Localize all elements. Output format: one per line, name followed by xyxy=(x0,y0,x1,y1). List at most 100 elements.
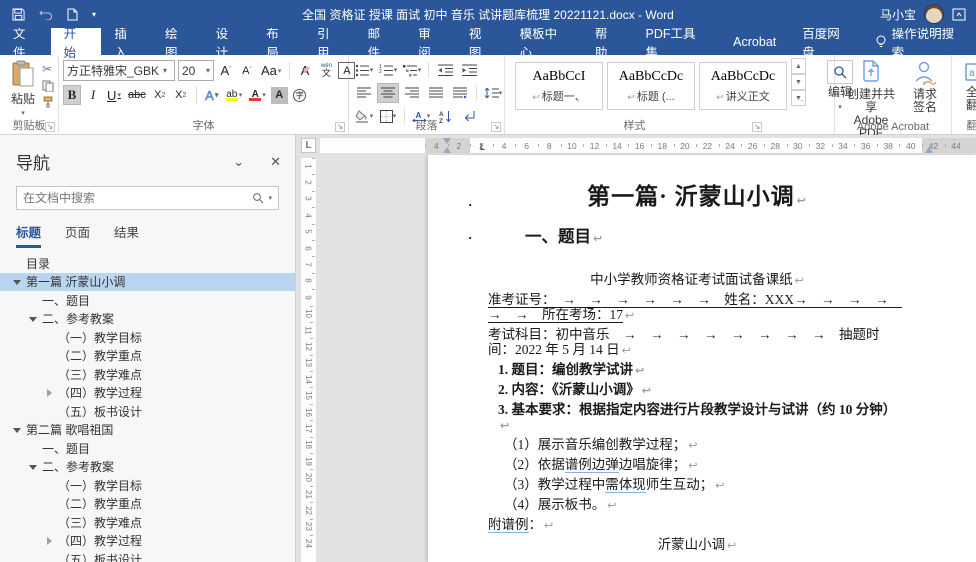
nav-heading-item[interactable]: 一、题目 xyxy=(0,439,295,458)
format-painter-icon[interactable] xyxy=(42,96,54,108)
tab-selector[interactable]: L xyxy=(301,138,316,153)
nav-heading-item[interactable]: 二、参考教案 xyxy=(0,310,295,329)
underline-button[interactable]: U▾ xyxy=(105,85,123,105)
font-dialog-launcher[interactable]: ↘ xyxy=(335,122,345,132)
qat-customize-icon[interactable]: ▾ xyxy=(92,10,96,19)
grow-font-icon[interactable]: Aˆ xyxy=(217,61,235,81)
highlight-color-icon[interactable]: ab▾ xyxy=(224,85,245,105)
nav-heading-item[interactable]: （一）教学目标 xyxy=(0,476,295,495)
justify-icon[interactable] xyxy=(425,83,447,103)
styles-more-icon[interactable]: ▼̱ xyxy=(791,90,806,106)
song-title[interactable]: 沂蒙山小调↩ xyxy=(488,537,906,553)
item-2[interactable]: 2. 内容：《沂蒙山小调》↩ xyxy=(488,382,906,398)
account-name[interactable]: 马小宝 xyxy=(880,6,916,23)
ribbon-tab-7[interactable]: 邮件 xyxy=(355,28,406,55)
paragraph-dialog-launcher[interactable]: ↘ xyxy=(491,122,501,132)
styles-scroll-down-icon[interactable]: ▼ xyxy=(791,74,806,90)
distribute-icon[interactable] xyxy=(449,83,471,103)
search-icon[interactable] xyxy=(252,192,264,204)
superscript-button[interactable]: X2 xyxy=(172,85,190,105)
ribbon-tab-6[interactable]: 引用 xyxy=(304,28,355,55)
nav-tab-0[interactable]: 标题 xyxy=(16,222,41,248)
ribbon-tab-12[interactable]: PDF工具集 xyxy=(633,28,721,55)
score-note[interactable]: 附谱例：↩ xyxy=(488,517,906,533)
style-card-0[interactable]: AaBbCcI↩标题一、 xyxy=(515,62,603,110)
text-effects-icon[interactable]: A▾ xyxy=(203,85,221,105)
subtitle-line[interactable]: 中小学教师资格证考试面试备课纸↩ xyxy=(488,272,906,288)
section-heading[interactable]: ·一、题目↩ xyxy=(488,229,906,246)
nav-heading-item[interactable]: 二、参考教案 xyxy=(0,458,295,477)
bold-button[interactable]: B xyxy=(63,85,81,105)
ribbon-tab-14[interactable]: 百度网盘 xyxy=(789,28,864,55)
search-options-icon[interactable]: ▾ xyxy=(268,194,272,202)
align-left-icon[interactable] xyxy=(353,83,375,103)
req-3[interactable]: （3）教学过程中需体现师生互动；↩ xyxy=(488,477,906,493)
account-avatar[interactable] xyxy=(924,4,944,24)
tree-expand-icon[interactable] xyxy=(28,314,37,323)
request-signatures-button[interactable]: x 请求签名 xyxy=(903,58,947,118)
ribbon-tab-3[interactable]: 绘图 xyxy=(152,28,203,55)
bullet-list-icon[interactable]: ▾ xyxy=(353,60,375,80)
font-size-combo[interactable]: 20▾ xyxy=(178,60,214,81)
paste-button[interactable]: 粘贴▾ xyxy=(4,58,42,118)
save-icon[interactable] xyxy=(12,8,25,21)
req-1[interactable]: （1）展示音乐编创教学过程；↩ xyxy=(488,437,906,453)
full-text-translate-button[interactable]: a中 全文翻译 xyxy=(956,58,976,118)
character-shading-icon[interactable]: A xyxy=(271,87,288,104)
font-color-icon[interactable]: A▾ xyxy=(247,85,268,105)
multilevel-list-icon[interactable]: ▾ xyxy=(401,60,423,80)
align-center-icon[interactable] xyxy=(377,83,399,103)
search-input[interactable] xyxy=(23,191,252,205)
enclose-characters-icon[interactable]: 字 xyxy=(291,85,309,105)
nav-heading-item[interactable]: （四）教学过程 xyxy=(0,532,295,551)
style-card-2[interactable]: AaBbCcDc↩讲义正文 xyxy=(699,62,787,110)
item-3[interactable]: 3. 基本要求：根据指定内容进行片段教学设计与试讲（约 10 分钟）↩ xyxy=(488,402,906,433)
nav-heading-item[interactable]: 第二篇 歌唱祖国 xyxy=(0,421,295,440)
ribbon-tab-11[interactable]: 帮助 xyxy=(582,28,633,55)
tree-expand-icon[interactable] xyxy=(28,462,37,471)
nav-heading-item[interactable]: （五）板书设计 xyxy=(0,550,295,562)
ribbon-tab-10[interactable]: 模板中心 xyxy=(507,28,582,55)
ribbon-tab-5[interactable]: 布局 xyxy=(253,28,304,55)
tree-expand-icon[interactable] xyxy=(44,536,53,545)
style-card-1[interactable]: AaBbCcDc↩标题 (... xyxy=(607,62,695,110)
ribbon-tab-8[interactable]: 审阅 xyxy=(405,28,456,55)
tree-expand-icon[interactable] xyxy=(12,425,21,434)
tree-expand-icon[interactable] xyxy=(12,277,21,286)
numbered-list-icon[interactable]: 12▾ xyxy=(377,60,399,80)
ribbon-tab-0[interactable]: 文件 xyxy=(0,28,51,55)
copy-icon[interactable] xyxy=(42,80,54,92)
nav-heading-item[interactable]: （二）教学重点 xyxy=(0,495,295,514)
font-name-combo[interactable]: 方正特雅宋_GBK▾ xyxy=(63,60,175,81)
req-2[interactable]: （2）依据谱例边弹边唱旋律；↩ xyxy=(488,457,906,473)
right-indent-marker[interactable] xyxy=(925,147,933,153)
styles-dialog-launcher[interactable]: ↘ xyxy=(752,122,762,132)
undo-icon[interactable] xyxy=(39,8,53,20)
create-share-pdf-button[interactable]: 创建并共享Adobe PDF xyxy=(839,58,903,118)
styles-scroll-up-icon[interactable]: ▲ xyxy=(791,58,806,74)
increase-indent-icon[interactable] xyxy=(458,60,480,80)
change-case-icon[interactable]: Aa▾ xyxy=(259,61,283,81)
first-line-indent-marker[interactable] xyxy=(443,138,451,144)
req-4[interactable]: （4）展示板书。↩ xyxy=(488,497,906,513)
tree-expand-icon[interactable] xyxy=(44,388,53,397)
document-search-box[interactable]: ▾ xyxy=(16,186,279,210)
nav-tab-2[interactable]: 结果 xyxy=(114,222,139,248)
nav-heading-item[interactable]: （三）教学难点 xyxy=(0,513,295,532)
nav-heading-item[interactable]: （五）板书设计 xyxy=(0,402,295,421)
nav-heading-item[interactable]: 第一篇 沂蒙山小调 xyxy=(0,273,295,292)
nav-heading-item[interactable]: （二）教学重点 xyxy=(0,347,295,366)
phonetic-guide-icon[interactable]: wén文 xyxy=(317,61,335,81)
ribbon-tab-1[interactable]: 开始 xyxy=(51,28,102,55)
nav-heading-item[interactable]: 一、题目 xyxy=(0,291,295,310)
align-right-icon[interactable] xyxy=(401,83,423,103)
shrink-font-icon[interactable]: Aˇ xyxy=(238,61,256,81)
decrease-indent-icon[interactable] xyxy=(434,60,456,80)
cut-icon[interactable]: ✂ xyxy=(42,62,54,76)
tell-me-box[interactable]: 操作说明搜索 xyxy=(865,28,976,55)
ribbon-display-options-icon[interactable] xyxy=(952,8,966,21)
line-spacing-icon[interactable]: ▾ xyxy=(482,83,504,103)
ribbon-tab-13[interactable]: Acrobat xyxy=(720,28,789,55)
subscript-button[interactable]: X2 xyxy=(151,85,169,105)
nav-heading-item[interactable]: （四）教学过程 xyxy=(0,384,295,403)
